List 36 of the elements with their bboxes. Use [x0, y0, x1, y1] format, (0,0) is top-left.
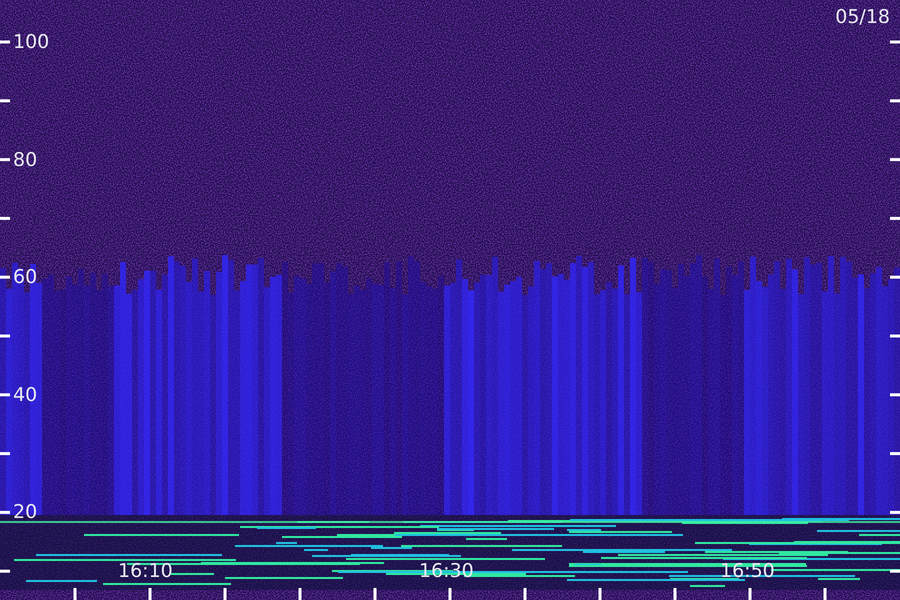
axis-label: 80: [13, 148, 38, 172]
tick-mark: [748, 588, 752, 600]
tick-mark: [0, 510, 10, 514]
tick-mark: [224, 588, 226, 600]
tick-mark: [674, 588, 676, 600]
axis-label: 100: [13, 30, 50, 54]
tick-mark: [298, 588, 302, 600]
date-label: 05/18: [835, 6, 890, 28]
tick-mark: [890, 276, 900, 279]
tick-mark: [0, 158, 10, 162]
tick-mark: [0, 570, 10, 573]
time-label: 16:10: [118, 559, 173, 583]
tick-mark: [598, 588, 602, 600]
tick-mark: [890, 393, 900, 396]
tick-mark: [890, 570, 900, 573]
tick-mark: [0, 452, 10, 456]
tick-mark: [890, 510, 900, 514]
tick-mark: [0, 40, 10, 44]
tick-mark: [890, 216, 900, 220]
tick-mark: [890, 452, 900, 456]
tick-mark: [0, 276, 10, 279]
tick-mark: [890, 99, 900, 102]
tick-mark: [448, 588, 452, 600]
tick-mark: [524, 588, 526, 600]
tick-mark: [0, 334, 10, 338]
tick-mark: [374, 588, 376, 600]
tick-mark: [890, 158, 900, 162]
tick-mark: [148, 588, 152, 600]
tick-mark: [890, 40, 900, 44]
tick-mark: [824, 588, 826, 600]
tick-mark: [0, 393, 10, 396]
tick-mark: [0, 99, 10, 102]
axis-label: 40: [13, 382, 38, 407]
tick-mark: [0, 216, 10, 220]
tick-mark: [74, 588, 76, 600]
tick-mark: [890, 334, 900, 338]
